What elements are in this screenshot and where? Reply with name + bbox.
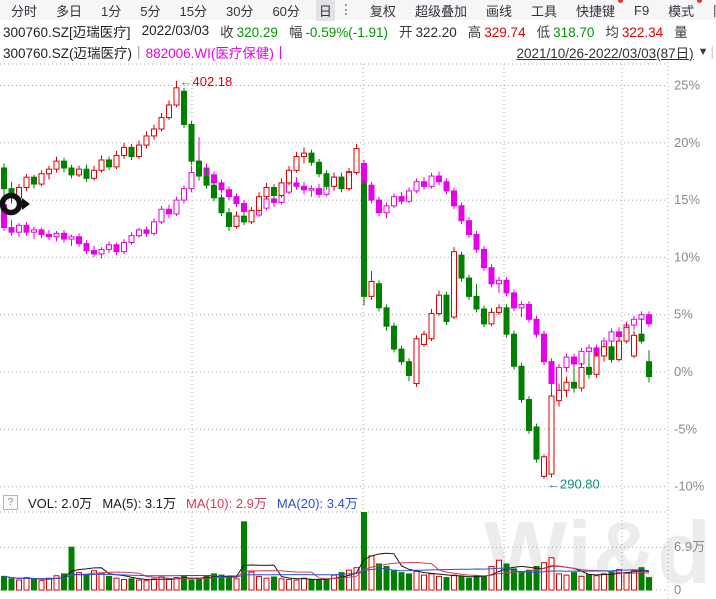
svg-text:25%: 25%: [674, 78, 700, 93]
notification-dot: [697, 0, 702, 3]
securities-bar: 300760.SZ(迈瑞医疗) | 882006.WI(医疗保健) | 2021…: [0, 41, 716, 62]
date-range-selector[interactable]: 2021/10/26-2022/03/03(87日): [516, 42, 693, 62]
quote-volume: 量: [674, 21, 691, 41]
quote-high: 高329.74: [468, 21, 526, 41]
chart-area: Wi&d 25%20%15%10%5%0%-5%-10%6.9万0←402.18…: [0, 62, 716, 599]
separator: |: [279, 44, 283, 59]
quote-avg: 均322.34: [605, 21, 663, 41]
svg-text:-10%: -10%: [674, 479, 705, 494]
primary-security-label[interactable]: 300760.SZ(迈瑞医疗): [3, 42, 132, 62]
svg-text:←402.18: ←402.18: [180, 74, 233, 89]
more-periods-icon[interactable]: [348, 2, 354, 19]
notification-dot: [618, 0, 623, 3]
tab-60min[interactable]: 60分: [269, 0, 302, 21]
separator: |: [710, 44, 714, 59]
svg-text:15%: 15%: [674, 192, 700, 207]
vol-ma5: MA(5): 3.1万: [102, 493, 176, 512]
overlay-security-label[interactable]: 882006.WI(医疗保健): [146, 42, 274, 62]
chevron-down-icon[interactable]: ▼: [698, 46, 709, 58]
help-icon[interactable]: ?: [3, 495, 18, 510]
btn-super-overlay[interactable]: 超级叠加: [412, 0, 470, 21]
svg-text:0: 0: [674, 582, 681, 597]
quote-date: 2022/03/03: [142, 23, 210, 38]
volume-indicators: VOL: 2.0万 MA(5): 3.1万 MA(10): 2.9万 MA(20): …: [28, 493, 358, 512]
quote-close: 收320.29: [220, 21, 278, 41]
svg-text:←290.80: ←290.80: [547, 477, 600, 492]
svg-text:0%: 0%: [674, 364, 693, 379]
period-toolbar: 分时多日 1分 5分 15分 30分 60分日 复权超级叠加画线工具快捷键 F9 模式隐藏: [0, 0, 716, 20]
svg-text:20%: 20%: [674, 135, 700, 150]
svg-text:10%: 10%: [674, 249, 700, 264]
btn-f9[interactable]: F9: [631, 2, 652, 19]
btn-hide[interactable]: 隐藏: [710, 0, 716, 21]
more-periods-icon: [345, 4, 349, 15]
tab-15min[interactable]: 15分: [177, 0, 210, 21]
stock-chart-window: 分时多日 1分 5分 15分 30分 60分日 复权超级叠加画线工具快捷键 F9 模式隐藏 30…: [0, 0, 716, 599]
tab-daily[interactable]: 日: [316, 0, 335, 21]
svg-text:-5%: -5%: [674, 421, 698, 436]
btn-draw-line[interactable]: 画线: [483, 0, 515, 21]
chart-anchor-marker[interactable]: [3, 196, 31, 213]
vol-ma20: MA(20): 3.4万: [277, 493, 358, 512]
tab-30min[interactable]: 30分: [223, 0, 256, 21]
quote-open: 开322.20: [399, 21, 457, 41]
btn-tools[interactable]: 工具: [528, 0, 560, 21]
main-chart[interactable]: 25% 20% 15% 10% 5% 0% -5% -10% 6.9万 0 ←402.18 ←290.…: [0, 62, 716, 599]
volume-header: ? VOL: 2.0万 MA(5): 3.1万 MA(10): 2.9万 MA(20)…: [0, 492, 660, 512]
security-code[interactable]: 300760.SZ[迈瑞医疗]: [3, 21, 131, 41]
vol-ma10: MA(10): 2.9万: [186, 493, 267, 512]
gridlines: 25% 20% 15% 10% 5% 0% -5% -10% 6.9万 0: [0, 62, 705, 599]
tab-1min[interactable]: 1分: [98, 0, 124, 21]
tab-intraday[interactable]: 分时: [8, 0, 40, 21]
vol-value: VOL: 2.0万: [28, 493, 92, 512]
tab-multiday[interactable]: 多日: [53, 0, 85, 21]
quote-bar: 300760.SZ[迈瑞医疗] 2022/03/03 收320.29 幅-0.59…: [0, 20, 716, 41]
svg-text:6.9万: 6.9万: [674, 539, 705, 554]
svg-text:5%: 5%: [674, 307, 693, 322]
tab-5min[interactable]: 5分: [137, 0, 163, 21]
quote-change: 幅-0.59%(-1.91): [289, 21, 388, 41]
quote-low: 低318.70: [537, 21, 595, 41]
btn-adjust-price[interactable]: 复权: [367, 0, 399, 21]
btn-mode[interactable]: 模式: [665, 0, 697, 21]
stock-candles: [2, 81, 652, 479]
separator: |: [137, 44, 141, 59]
quote-fields: 收320.29 幅-0.59%(-1.91) 开322.20 高329.74 低318.…: [220, 21, 691, 41]
btn-hotkeys[interactable]: 快捷键: [573, 0, 618, 21]
